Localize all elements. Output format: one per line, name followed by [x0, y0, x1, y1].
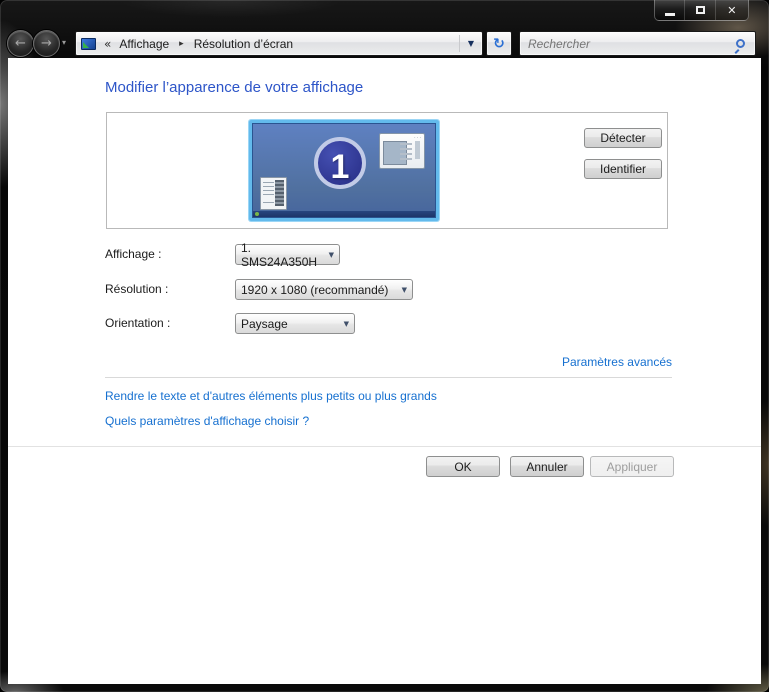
monitor-preview-box: ··· 1 Détecter Identifier: [106, 112, 668, 229]
which-settings-help-link[interactable]: Quels paramètres d'affichage choisir ?: [105, 414, 309, 428]
breadcrumb: « Affichage ▸ Résolution d’écran ▼: [75, 31, 483, 56]
monitor-1-preview[interactable]: ··· 1: [249, 120, 439, 221]
display-icon: [81, 37, 96, 50]
display-combobox[interactable]: 1. SMS24A350H ▼: [235, 241, 340, 269]
resize-text-link[interactable]: Rendre le texte et d'autres éléments plu…: [105, 389, 437, 403]
breadcrumb-chevrons-button[interactable]: «: [104, 37, 111, 51]
taskbar-strip: [253, 211, 435, 217]
maximize-icon: [695, 6, 705, 14]
cancel-button[interactable]: Annuler: [510, 456, 584, 477]
search-input[interactable]: [528, 36, 736, 51]
apply-button: Appliquer: [590, 456, 674, 477]
display-combobox-value: 1. SMS24A350H: [241, 240, 318, 269]
back-button[interactable]: ←: [7, 30, 34, 57]
start-menu-thumbnail-icon: [260, 177, 287, 210]
advanced-settings-link[interactable]: Paramètres avancés: [562, 355, 672, 369]
chevron-down-icon: ▼: [328, 250, 334, 259]
back-arrow-icon: ←: [15, 36, 26, 51]
chevron-down-icon: ▼: [401, 285, 407, 294]
search-box: [519, 31, 756, 56]
breadcrumb-separator-icon[interactable]: ▸: [179, 39, 184, 49]
refresh-icon: ↻: [493, 35, 505, 52]
display-field-label: Affichage :: [105, 247, 162, 261]
orientation-combobox[interactable]: Paysage ▼: [235, 313, 355, 334]
resolution-combobox[interactable]: 1920 x 1080 (recommandé) ▼: [235, 279, 413, 300]
window-controls: ✕: [654, 0, 749, 21]
client-area: Modifier l’apparence de votre affichage …: [8, 58, 761, 684]
breadcrumb-item-resolution[interactable]: Résolution d’écran: [192, 37, 295, 51]
minimize-icon: [664, 12, 675, 16]
address-dropdown-icon[interactable]: ▼: [458, 35, 474, 52]
refresh-button[interactable]: ↻: [486, 31, 512, 56]
window-thumbnail-icon: ···: [379, 133, 425, 169]
orientation-combobox-value: Paysage: [241, 316, 288, 331]
chevron-down-icon: ▼: [343, 319, 349, 328]
screenshot-root: ✕ ← → ▾ « Affichage ▸ Résolution d’écran…: [0, 0, 769, 692]
footer-divider: [8, 446, 761, 447]
section-divider: [105, 377, 672, 378]
close-icon: ✕: [727, 3, 737, 17]
recent-pages-dropdown[interactable]: ▾: [62, 38, 66, 47]
forward-button[interactable]: →: [33, 30, 60, 57]
forward-arrow-icon: →: [41, 36, 52, 51]
close-button[interactable]: ✕: [716, 0, 748, 20]
resolution-combobox-value: 1920 x 1080 (recommandé): [241, 282, 389, 297]
detect-button[interactable]: Détecter: [584, 128, 662, 148]
maximize-button[interactable]: [685, 0, 716, 20]
ok-button[interactable]: OK: [426, 456, 500, 477]
page-title: Modifier l’apparence de votre affichage: [105, 79, 364, 96]
breadcrumb-item-affichage[interactable]: Affichage: [117, 37, 171, 51]
monitor-number-badge: 1: [314, 137, 366, 189]
start-orb-icon: [255, 212, 259, 216]
search-icon[interactable]: [736, 39, 745, 48]
identify-button[interactable]: Identifier: [584, 159, 662, 179]
resolution-field-label: Résolution :: [105, 282, 169, 296]
minimize-button[interactable]: [655, 0, 686, 20]
orientation-field-label: Orientation :: [105, 316, 171, 330]
